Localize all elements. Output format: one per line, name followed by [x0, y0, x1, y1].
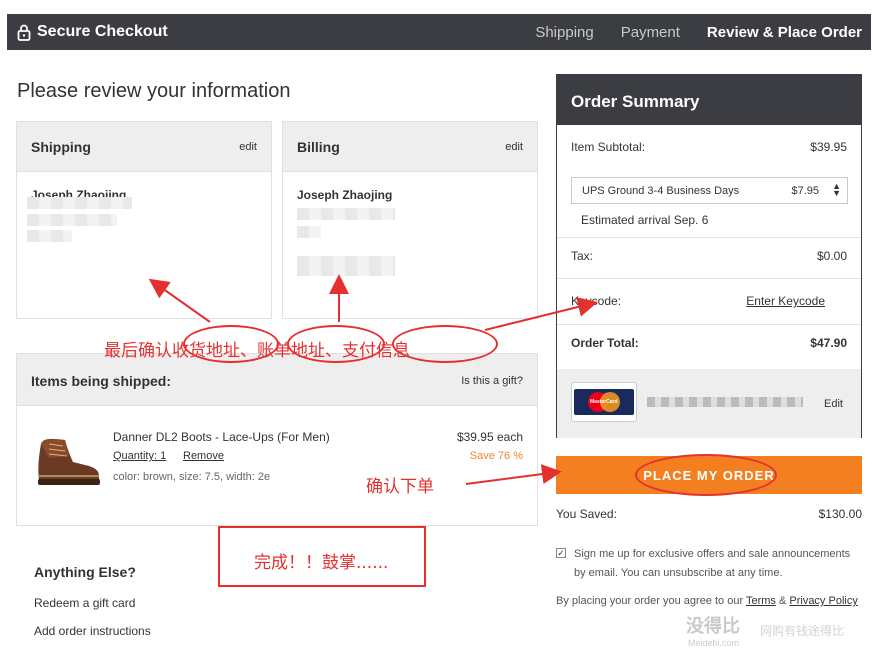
subtotal-row: Item Subtotal: $39.95 [571, 140, 847, 154]
product-savings: Save 76 % [469, 450, 523, 462]
order-summary-title: Order Summary [557, 75, 861, 125]
lock-icon [17, 24, 31, 41]
annotation-done: 完成！！鼓掌...... [254, 553, 389, 573]
product-name[interactable]: Danner DL2 Boots - Lace-Ups (For Men) [113, 430, 330, 444]
items-card: Items being shipped: Is this a gift? Dan… [16, 353, 538, 526]
shipping-edit-link[interactable]: edit [239, 141, 257, 153]
payment-edit-link[interactable]: Edit [824, 398, 843, 410]
billing-card-header: Billing edit [283, 122, 537, 172]
step-payment[interactable]: Payment [621, 24, 680, 41]
gift-link[interactable]: Is this a gift? [461, 375, 523, 387]
shipping-method-price: $7.95 [791, 184, 819, 197]
card-brand-text: MasterCard [590, 399, 618, 405]
billing-address-blurred [297, 208, 395, 220]
shipping-address-blurred [27, 214, 117, 226]
tax-label: Tax: [571, 249, 594, 263]
terms-prefix: By placing your order you agree to our [556, 595, 746, 607]
shipping-address-blurred [27, 197, 132, 209]
you-saved-value: $130.00 [818, 507, 862, 521]
payment-info-blurred [297, 256, 395, 276]
product-remove-link[interactable]: Remove [183, 450, 224, 462]
estimated-arrival: Estimated arrival Sep. 6 [581, 213, 709, 227]
shipping-card-header: Shipping edit [17, 122, 271, 172]
order-total-value: $47.90 [810, 336, 847, 350]
annotation-ellipse [635, 454, 777, 496]
terms-link[interactable]: Terms [746, 595, 776, 607]
billing-card: Billing edit Joseph Zhaojing [282, 121, 538, 319]
annotation-ellipse [392, 325, 498, 363]
watermark-tagline: 网购有钱途得比 [760, 624, 845, 638]
subtotal-label: Item Subtotal: [571, 140, 646, 154]
divider [557, 278, 861, 279]
step-shipping[interactable]: Shipping [535, 24, 593, 41]
order-total-label: Order Total: [571, 336, 639, 350]
signup-checkbox[interactable]: ✓ [556, 548, 566, 558]
brand: Secure Checkout [17, 14, 168, 50]
tax-value: $0.00 [816, 249, 847, 263]
watermark: 没得比 [686, 616, 740, 636]
enter-keycode-link[interactable]: Enter Keycode [746, 294, 825, 308]
payment-method-row: MasterCard Edit [557, 369, 861, 438]
items-title: Items being shipped: [31, 373, 172, 389]
keycode-label: Keycode: [571, 294, 622, 308]
keycode-row: Keycode: Enter Keycode [571, 294, 847, 308]
redeem-gift-card-link[interactable]: Redeem a gift card [34, 596, 135, 610]
order-total-row: Order Total: $47.90 [571, 336, 847, 350]
checkout-header: Secure Checkout Shipping Payment Review … [7, 14, 871, 50]
product-attributes: color: brown, size: 7.5, width: 2e [113, 471, 271, 483]
billing-edit-link[interactable]: edit [505, 141, 523, 153]
order-summary: Order Summary Item Subtotal: $39.95 UPS … [556, 74, 862, 438]
header-title: Secure Checkout [37, 23, 168, 40]
you-saved-label: You Saved: [556, 507, 617, 521]
terms-notice: By placing your order you agree to our T… [556, 595, 862, 607]
shipping-title: Shipping [31, 139, 91, 155]
card-number-blurred [647, 397, 803, 407]
product-quantity[interactable]: Quantity: 1 [113, 450, 166, 462]
privacy-policy-link[interactable]: Privacy Policy [789, 595, 857, 607]
page-title: Please review your information [17, 80, 291, 102]
product-price: $39.95 each [456, 430, 523, 444]
divider [557, 237, 861, 238]
select-updown-icon: ▲ ▼ [832, 181, 841, 198]
product-image[interactable] [35, 436, 103, 493]
newsletter-signup: ✓ Sign me up for exclusive offers and sa… [556, 545, 862, 583]
anything-else-title: Anything Else? [34, 564, 136, 580]
billing-name: Joseph Zhaojing [297, 188, 393, 202]
shipping-card: Shipping edit Joseph Zhaojing [16, 121, 272, 319]
watermark-url: Meidebi.com [688, 638, 740, 648]
shipping-method-select[interactable]: UPS Ground 3-4 Business Days $7.95 ▲ ▼ [571, 177, 848, 204]
step-review[interactable]: Review & Place Order [707, 24, 862, 41]
subtotal-value: $39.95 [810, 140, 847, 154]
signup-text: Sign me up for exclusive offers and sale… [574, 548, 851, 579]
divider [557, 324, 861, 325]
annotation-ellipse [287, 325, 385, 363]
checkout-steps: Shipping Payment Review & Place Order [535, 14, 862, 50]
you-saved-row: You Saved: $130.00 [556, 507, 862, 521]
billing-address-blurred [297, 226, 321, 238]
mastercard-icon: MasterCard [571, 382, 637, 422]
annotation-confirm-order: 确认下单 [366, 477, 434, 497]
tax-row: Tax: $0.00 [571, 249, 847, 263]
annotation-ellipse [183, 325, 279, 363]
shipping-address-blurred [27, 230, 72, 242]
billing-title: Billing [297, 139, 340, 155]
shipping-method-label: UPS Ground 3-4 Business Days [582, 184, 740, 197]
terms-amp: & [775, 595, 790, 607]
add-order-instructions-link[interactable]: Add order instructions [34, 624, 151, 638]
